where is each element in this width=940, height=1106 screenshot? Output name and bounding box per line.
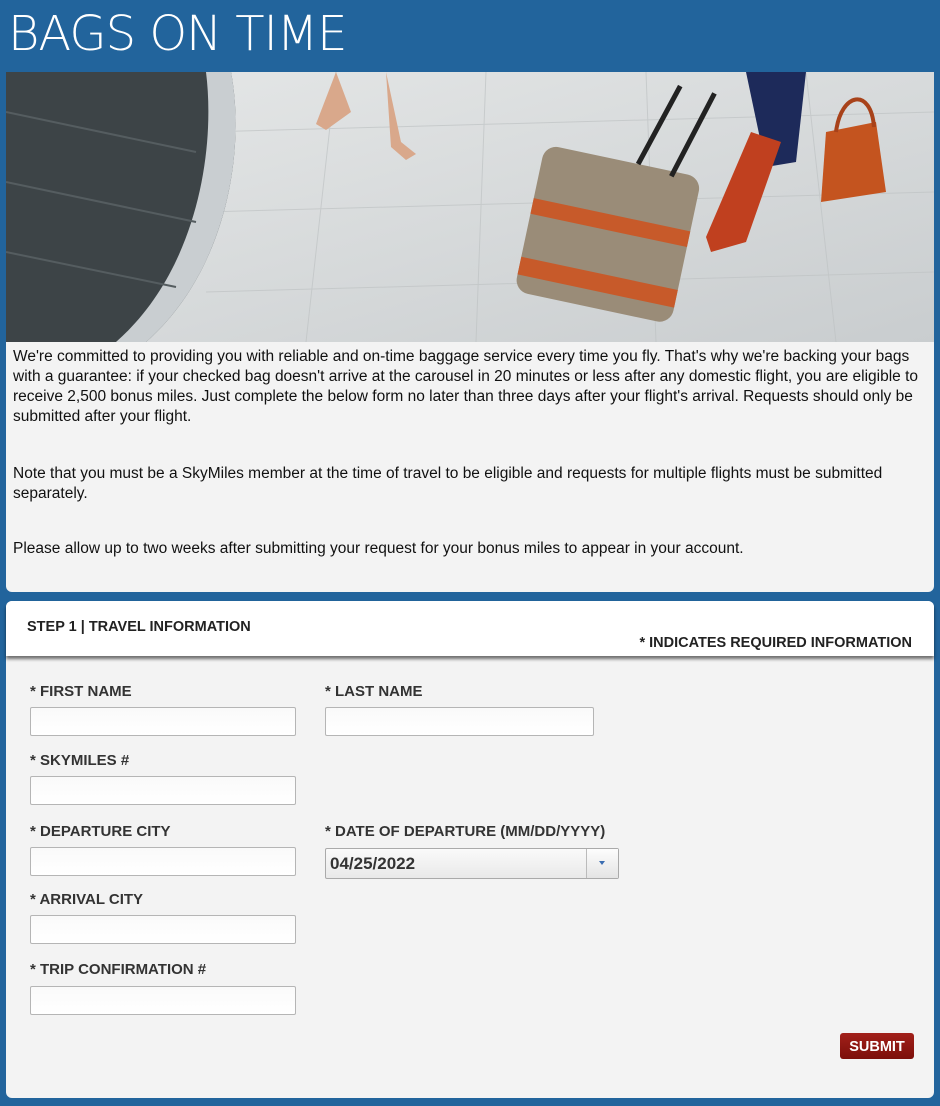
arrival-city-label: * ARRIVAL CITY bbox=[30, 891, 144, 908]
submit-button[interactable]: SUBMIT bbox=[840, 1033, 914, 1059]
intro-section: We're committed to providing you with re… bbox=[6, 342, 934, 592]
first-name-input[interactable] bbox=[30, 707, 296, 736]
arrival-city-input[interactable] bbox=[30, 915, 296, 944]
required-note: * INDICATES REQUIRED INFORMATION bbox=[639, 635, 912, 651]
chevron-down-icon bbox=[599, 861, 605, 865]
page-title: BAGS ON TIME bbox=[8, 6, 348, 62]
hero-image bbox=[6, 72, 934, 342]
step-title: STEP 1 | TRAVEL INFORMATION bbox=[27, 619, 251, 635]
skymiles-label: * SKYMILES # bbox=[30, 752, 130, 769]
departure-city-input[interactable] bbox=[30, 847, 296, 876]
intro-paragraph-eligibility: Note that you must be a SkyMiles member … bbox=[13, 465, 883, 502]
first-name-label: * FIRST NAME bbox=[30, 683, 132, 700]
last-name-label: * LAST NAME bbox=[325, 683, 423, 700]
date-of-departure-label: * DATE OF DEPARTURE (MM/DD/YYYY) bbox=[325, 823, 606, 840]
intro-paragraph-guarantee: We're committed to providing you with re… bbox=[13, 348, 919, 425]
form-header: STEP 1 | TRAVEL INFORMATION * INDICATES … bbox=[6, 601, 934, 656]
page-header: BAGS ON TIME bbox=[0, 0, 940, 72]
trip-confirmation-label: * TRIP CONFIRMATION # bbox=[30, 961, 207, 978]
date-of-departure-select[interactable]: 04/25/2022 bbox=[325, 848, 619, 879]
travel-information-form: STEP 1 | TRAVEL INFORMATION * INDICATES … bbox=[6, 601, 934, 1098]
intro-paragraph-timing: Please allow up to two weeks after submi… bbox=[13, 540, 744, 557]
date-of-departure-value: 04/25/2022 bbox=[330, 854, 416, 873]
date-dropdown-button[interactable] bbox=[586, 849, 618, 878]
trip-confirmation-input[interactable] bbox=[30, 986, 296, 1015]
departure-city-label: * DEPARTURE CITY bbox=[30, 823, 171, 840]
skymiles-input[interactable] bbox=[30, 776, 296, 805]
last-name-input[interactable] bbox=[325, 707, 594, 736]
hero-illustration bbox=[6, 72, 934, 342]
